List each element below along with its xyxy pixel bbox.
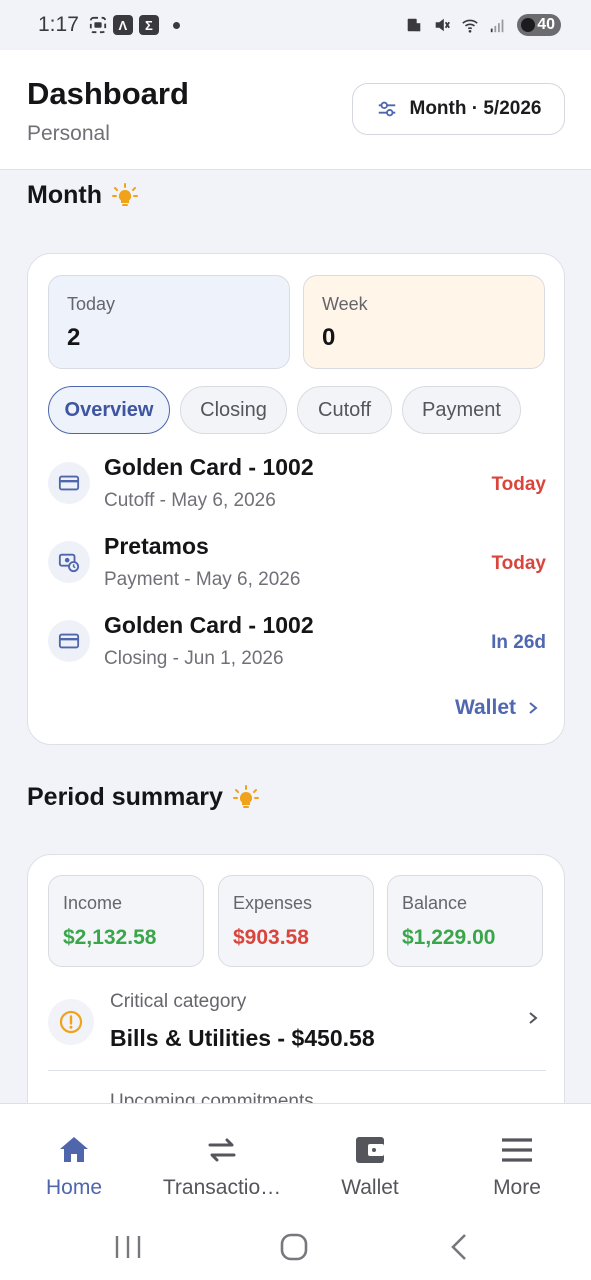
event-item[interactable]: Pretamos Payment - May 6, 2026 Today (48, 533, 546, 603)
nav-wallet[interactable]: Wallet (296, 1104, 444, 1214)
nav-transactions-label: Transactio… (162, 1176, 282, 1199)
recent-apps-icon[interactable] (108, 1227, 148, 1267)
credit-card-icon (48, 620, 90, 662)
period-filter-label: Month · 5/2026 (409, 98, 542, 119)
expenses-stat: Expenses $903.58 (218, 875, 374, 967)
critical-category-label: Critical category (110, 991, 247, 1012)
status-time: 1:17 (38, 13, 79, 36)
home-button-icon[interactable] (274, 1227, 314, 1267)
week-label: Week (322, 294, 368, 314)
critical-category-value: Bills & Utilities - $450.58 (110, 1025, 375, 1051)
wifi-icon (462, 19, 478, 33)
battery-level: 40 (537, 16, 555, 33)
loan-clock-icon (48, 541, 90, 583)
status-bar: 1:17 Λ Σ 40 (0, 0, 591, 50)
period-summary-heading-text: Period summary (27, 783, 223, 811)
nav-wallet-label: Wallet (341, 1176, 399, 1199)
warning-circle-icon (48, 999, 94, 1045)
sigma-icon: Σ (138, 15, 159, 35)
nav-home-label: Home (45, 1176, 103, 1199)
chip-closing[interactable]: Closing (180, 386, 287, 434)
today-value: 2 (67, 324, 81, 351)
chip-overview[interactable]: Overview (48, 386, 170, 434)
page-title: Dashboard (27, 76, 189, 111)
month-card: Today 2 Week 0 Overview Closing Cutoff P… (27, 253, 565, 745)
lightbulb-icon[interactable] (232, 784, 259, 811)
balance-value: $1,229.00 (402, 926, 496, 949)
event-title: Golden Card - 1002 (104, 612, 314, 638)
event-title: Golden Card - 1002 (104, 454, 314, 480)
period-summary-heading: Period summary (27, 783, 259, 812)
chevron-right-icon (529, 702, 538, 714)
chip-payment[interactable]: Payment (402, 386, 521, 434)
menu-icon (502, 1138, 532, 1162)
wallet-link[interactable]: Wallet (455, 696, 540, 720)
month-heading-text: Month (27, 181, 102, 209)
bottom-navigation: Home Transactio… Wallet More (0, 1103, 591, 1213)
lightbulb-icon[interactable] (111, 182, 138, 209)
balance-label: Balance (402, 893, 468, 913)
event-item[interactable]: Golden Card - 1002 Cutoff - May 6, 2026 … (48, 454, 546, 524)
event-title: Pretamos (104, 533, 209, 559)
income-label: Income (63, 893, 123, 913)
app-header: Dashboard Personal Month · 5/2026 (0, 50, 591, 170)
event-when: Today (491, 474, 546, 495)
event-when: In 26d (491, 632, 546, 653)
page-subtitle: Personal (27, 122, 110, 145)
event-when: Today (491, 553, 546, 574)
home-icon (60, 1137, 88, 1162)
week-value: 0 (322, 324, 336, 351)
event-subtitle: Closing - Jun 1, 2026 (104, 648, 284, 669)
sliders-icon (378, 101, 395, 117)
signal-icon (491, 19, 504, 33)
nav-home[interactable]: Home (0, 1104, 148, 1214)
nav-more[interactable]: More (443, 1104, 591, 1214)
period-filter-button[interactable]: Month · 5/2026 (352, 83, 565, 135)
system-navigation-bar (0, 1213, 591, 1280)
back-icon[interactable] (440, 1227, 480, 1267)
mute-icon (435, 18, 451, 32)
week-stat: Week 0 (303, 275, 545, 369)
divider (48, 1070, 546, 1071)
screenshot-icon (89, 16, 106, 34)
income-stat: Income $2,132.58 (48, 875, 204, 967)
sim-icon (407, 18, 421, 32)
battery-indicator: 40 (517, 14, 561, 36)
expenses-value: $903.58 (233, 926, 309, 949)
event-item[interactable]: Golden Card - 1002 Closing - Jun 1, 2026… (48, 612, 546, 682)
wallet-icon (356, 1137, 384, 1163)
battery-saver-icon (521, 18, 536, 32)
transfer-arrows-icon (208, 1138, 236, 1162)
balance-stat: Balance $1,229.00 (387, 875, 543, 967)
notification-dot-icon (172, 21, 180, 29)
event-subtitle: Payment - May 6, 2026 (104, 569, 301, 590)
expenses-label: Expenses (233, 893, 313, 913)
today-label: Today (67, 294, 116, 314)
chip-cutoff[interactable]: Cutoff (297, 386, 392, 434)
credit-card-icon (48, 462, 90, 504)
critical-category-row[interactable]: Critical category Bills & Utilities - $4… (48, 987, 546, 1067)
chevron-right-icon (529, 1012, 538, 1024)
nav-transactions[interactable]: Transactio… (148, 1104, 296, 1214)
wallet-link-label: Wallet (454, 696, 516, 719)
app-a-icon: Λ (112, 15, 133, 35)
today-stat: Today 2 (48, 275, 290, 369)
nav-more-label: More (493, 1176, 541, 1199)
income-value: $2,132.58 (63, 926, 157, 949)
month-heading: Month (27, 181, 138, 210)
event-subtitle: Cutoff - May 6, 2026 (104, 490, 276, 511)
